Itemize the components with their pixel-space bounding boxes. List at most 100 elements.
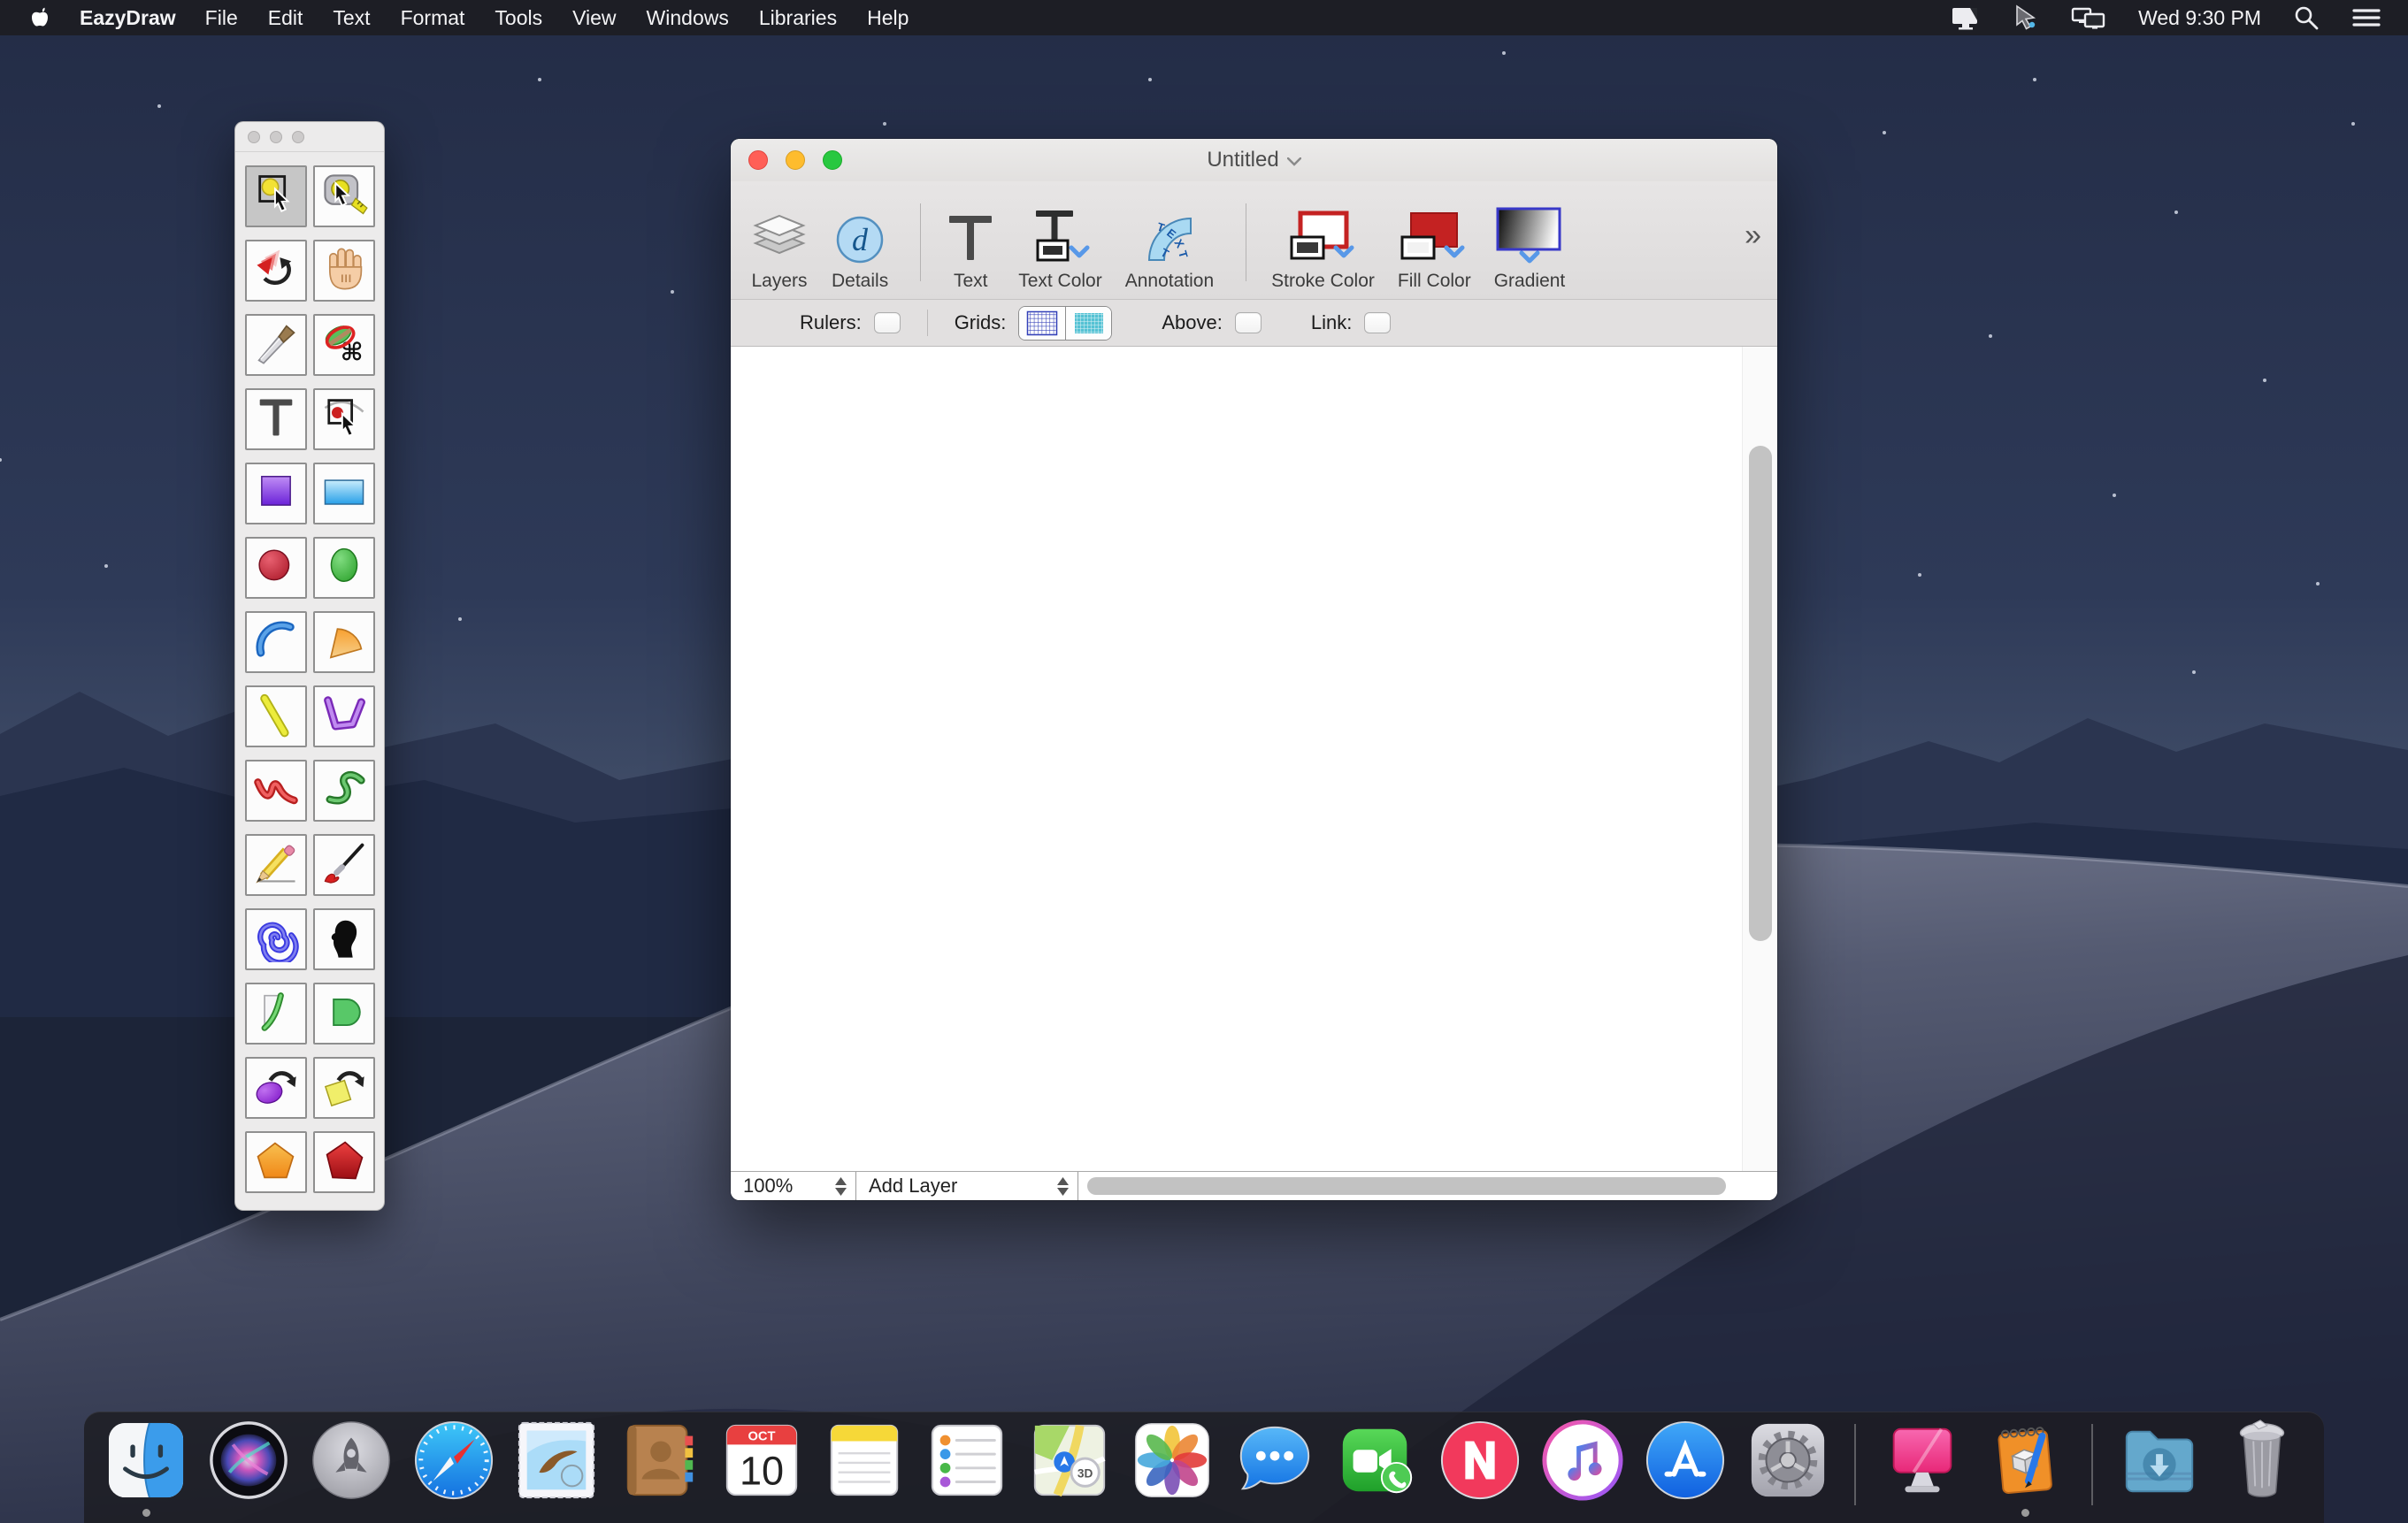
toolbar-text-button[interactable]: Text bbox=[946, 210, 995, 292]
dock-item-cleanmymac[interactable] bbox=[1881, 1419, 1964, 1517]
page-curve-tool[interactable] bbox=[245, 983, 307, 1045]
dock-item-facetime[interactable] bbox=[1336, 1419, 1419, 1517]
menu-item-view[interactable]: View bbox=[557, 6, 631, 30]
toolbar-gradient-button[interactable]: Gradient bbox=[1494, 210, 1566, 292]
dock-item-downloads[interactable] bbox=[2118, 1419, 2201, 1517]
menu-item-format[interactable]: Format bbox=[386, 6, 480, 30]
knife-tool[interactable] bbox=[245, 314, 307, 376]
dock-item-launchpad[interactable] bbox=[310, 1419, 393, 1517]
toolbar-details-button[interactable]: dDetails bbox=[832, 210, 888, 292]
dock-item-messages[interactable] bbox=[1233, 1419, 1316, 1517]
menu-item-file[interactable]: File bbox=[190, 6, 253, 30]
dock-item-photos[interactable] bbox=[1131, 1419, 1214, 1517]
transform-tool[interactable] bbox=[245, 240, 307, 302]
dock-item-finder[interactable] bbox=[104, 1419, 188, 1517]
freehand-green-tool[interactable] bbox=[313, 760, 375, 822]
toolbar-stroke-color-button[interactable]: Stroke Color bbox=[1271, 210, 1375, 292]
toolbar-layers-button[interactable]: Layers bbox=[750, 210, 809, 292]
dock-item-mail[interactable] bbox=[515, 1419, 598, 1517]
vertex-edit-tool[interactable] bbox=[313, 388, 375, 450]
dock-item-eazydraw[interactable] bbox=[1983, 1419, 2067, 1517]
rect-purple-tool[interactable] bbox=[245, 463, 307, 524]
menu-item-windows[interactable]: Windows bbox=[632, 6, 744, 30]
toolbar-fill-color-button[interactable]: Fill Color bbox=[1398, 210, 1471, 292]
toolbar-text-color-button[interactable]: Text Color bbox=[1018, 210, 1102, 292]
toolbar-overflow-button[interactable]: » bbox=[1745, 218, 1761, 253]
window-title[interactable]: Untitled bbox=[1207, 148, 1300, 172]
arc-tool[interactable] bbox=[245, 611, 307, 673]
pointer-icon[interactable] bbox=[2013, 4, 2039, 31]
horizontal-scrollbar-thumb[interactable] bbox=[1087, 1177, 1726, 1195]
circle-tool[interactable] bbox=[245, 537, 307, 599]
dock-item-itunes[interactable] bbox=[1541, 1419, 1624, 1517]
menu-bar-clock[interactable]: Wed 9:30 PM bbox=[2138, 6, 2261, 30]
menu-item-help[interactable]: Help bbox=[852, 6, 924, 30]
toolbar-text-label: Text bbox=[954, 271, 988, 292]
add-layer-dropdown[interactable]: Add Layer bbox=[856, 1172, 1078, 1200]
display-icon[interactable] bbox=[1951, 5, 1981, 30]
dual-display-icon[interactable] bbox=[2071, 5, 2106, 30]
dock-item-trash[interactable] bbox=[2220, 1419, 2304, 1517]
dock-item-contacts[interactable] bbox=[617, 1419, 701, 1517]
ellipse-tool[interactable] bbox=[313, 537, 375, 599]
menu-item-tools[interactable]: Tools bbox=[479, 6, 557, 30]
drawing-canvas[interactable] bbox=[731, 347, 1777, 1171]
zoom-stepper[interactable]: 100% bbox=[731, 1172, 856, 1200]
vertical-scrollbar-thumb[interactable] bbox=[1749, 446, 1772, 941]
rotate-ellipse-tool[interactable] bbox=[245, 1057, 307, 1119]
pentagon-red-tool[interactable] bbox=[313, 1131, 375, 1193]
pan-tool[interactable] bbox=[313, 240, 375, 302]
link-checkbox[interactable] bbox=[1364, 312, 1391, 333]
dock-item-app-store[interactable] bbox=[1644, 1419, 1727, 1517]
dock-item-maps[interactable]: 3D bbox=[1028, 1419, 1111, 1517]
minimize-button[interactable] bbox=[786, 150, 805, 170]
status-icons bbox=[1951, 4, 2106, 31]
rotate-square-tool[interactable] bbox=[313, 1057, 375, 1119]
line-tool[interactable] bbox=[245, 685, 307, 747]
disconnect-tool[interactable]: ⌘ bbox=[313, 314, 375, 376]
dock-item-news[interactable] bbox=[1438, 1419, 1522, 1517]
palette-title-bar[interactable] bbox=[235, 122, 384, 152]
dock-item-reminders[interactable] bbox=[925, 1419, 1008, 1517]
dock-item-safari[interactable] bbox=[412, 1419, 495, 1517]
pie-tool[interactable] bbox=[313, 611, 375, 673]
menu-item-libraries[interactable]: Libraries bbox=[744, 6, 852, 30]
rounded-rect-tool[interactable] bbox=[313, 983, 375, 1045]
vertical-scrollbar[interactable] bbox=[1742, 347, 1777, 1171]
polyline-tool[interactable] bbox=[313, 685, 375, 747]
dock-item-notes[interactable] bbox=[823, 1419, 906, 1517]
pencil-tool-icon bbox=[251, 838, 301, 892]
close-button[interactable] bbox=[748, 150, 768, 170]
grid-lines-button[interactable] bbox=[1019, 307, 1065, 340]
grid-fill-button[interactable] bbox=[1065, 307, 1111, 340]
palette-minimize-button[interactable] bbox=[270, 131, 282, 143]
menu-list-icon[interactable] bbox=[2351, 6, 2381, 29]
rulers-checkbox[interactable] bbox=[874, 312, 901, 333]
pentagon-orange-tool[interactable] bbox=[245, 1131, 307, 1193]
freehand-red-tool[interactable] bbox=[245, 760, 307, 822]
palette-zoom-button[interactable] bbox=[292, 131, 304, 143]
horizontal-scrollbar[interactable] bbox=[1078, 1172, 1777, 1200]
dock-item-system-preferences[interactable] bbox=[1746, 1419, 1829, 1517]
apple-menu[interactable] bbox=[14, 6, 65, 29]
search-icon[interactable] bbox=[2293, 4, 2320, 31]
menu-item-text[interactable]: Text bbox=[318, 6, 385, 30]
dock-item-siri[interactable] bbox=[207, 1419, 290, 1517]
silhouette-tool[interactable] bbox=[313, 908, 375, 970]
zoom-button[interactable] bbox=[823, 150, 842, 170]
measure-tool[interactable] bbox=[313, 165, 375, 227]
text-tool[interactable] bbox=[245, 388, 307, 450]
rect-blue-tool[interactable] bbox=[313, 463, 375, 524]
above-label: Above: bbox=[1162, 311, 1223, 334]
above-checkbox[interactable] bbox=[1235, 312, 1262, 333]
active-app-name[interactable]: EazyDraw bbox=[65, 6, 190, 30]
window-title-bar[interactable]: Untitled bbox=[731, 139, 1777, 181]
palette-close-button[interactable] bbox=[248, 131, 260, 143]
pencil-tool[interactable] bbox=[245, 834, 307, 896]
select-tool[interactable] bbox=[245, 165, 307, 227]
brush-tool[interactable] bbox=[313, 834, 375, 896]
toolbar-annotation-button[interactable]: TEXTTAnnotation bbox=[1125, 210, 1214, 292]
menu-item-edit[interactable]: Edit bbox=[253, 6, 318, 30]
spiral-tool[interactable] bbox=[245, 908, 307, 970]
dock-item-calendar[interactable]: OCT10 bbox=[720, 1419, 803, 1517]
